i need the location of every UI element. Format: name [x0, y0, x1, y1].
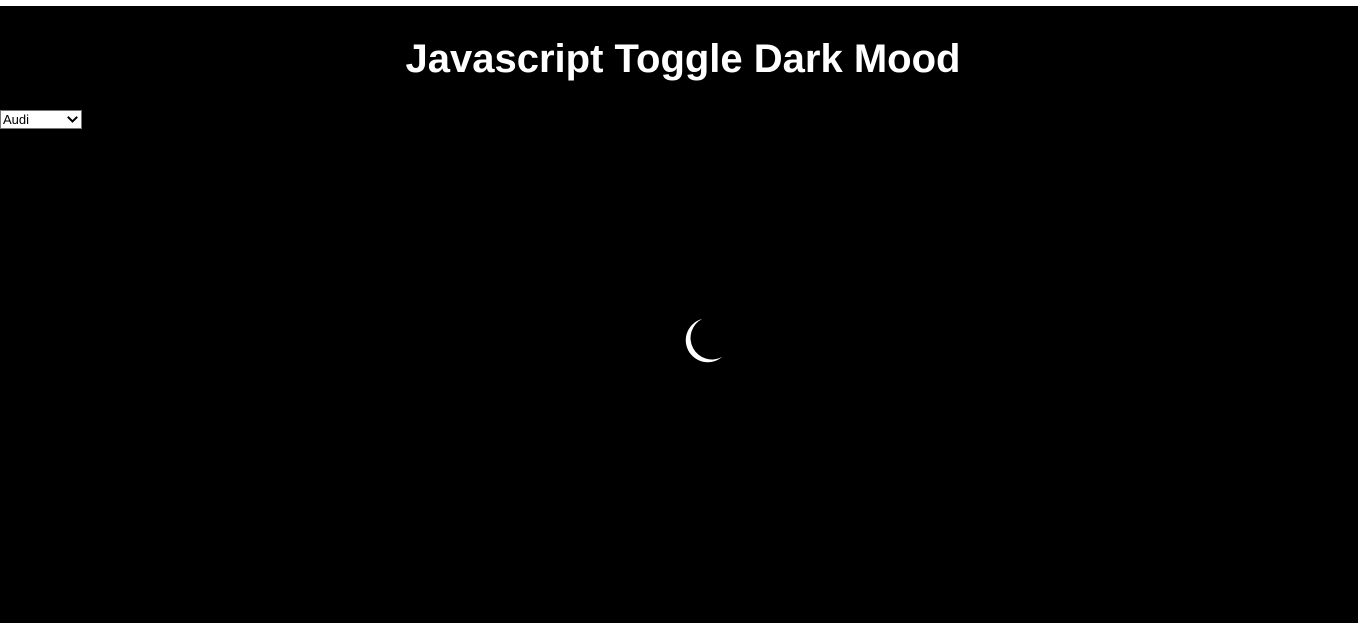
moon-icon — [685, 319, 722, 363]
page-title: Javascript Toggle Dark Mood — [405, 37, 961, 81]
theme-toggle-button[interactable] — [678, 317, 726, 365]
dark-mode-page: Javascript Toggle Dark Mood Audi — [0, 6, 1358, 623]
car-select[interactable]: Audi — [0, 110, 82, 129]
